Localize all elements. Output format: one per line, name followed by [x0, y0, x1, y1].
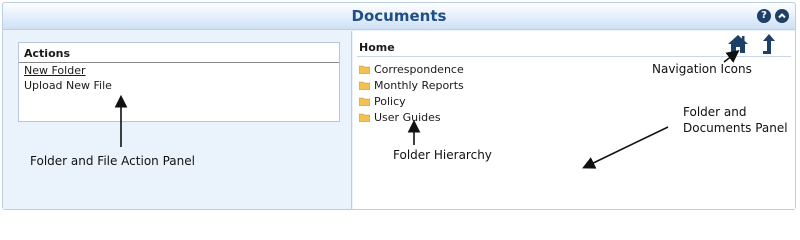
documents-panel: Home Correspondence Monthly Reports Poli…: [353, 31, 795, 209]
annotation-docs-panel-line1: Folder and: [683, 105, 747, 119]
collapse-icon[interactable]: [775, 9, 789, 23]
folder-icon: [359, 65, 370, 74]
folder-item[interactable]: Monthly Reports: [359, 77, 464, 93]
breadcrumb-divider: [357, 56, 791, 57]
documents-window: Documents ? Actions New Folder Upload Ne…: [2, 2, 796, 210]
window-title: Documents: [351, 7, 447, 25]
folder-hierarchy: Correspondence Monthly Reports Policy Us…: [359, 61, 464, 125]
new-folder-link[interactable]: New Folder: [19, 63, 339, 78]
folder-icon: [359, 81, 370, 90]
upload-new-file-link[interactable]: Upload New File: [19, 78, 339, 93]
actions-title: Actions: [19, 43, 339, 63]
annotation-navigation-icons: Navigation Icons: [652, 62, 752, 76]
folder-label: Policy: [374, 94, 406, 108]
annotation-action-panel: Folder and File Action Panel: [30, 154, 195, 168]
navigation-icons: [727, 33, 779, 55]
folder-icon: [359, 113, 370, 122]
folder-item[interactable]: Policy: [359, 93, 464, 109]
title-icons: ?: [757, 9, 789, 23]
title-bar: Documents ?: [3, 3, 795, 30]
up-arrow-icon[interactable]: [757, 33, 779, 55]
actions-box: Actions New Folder Upload New File: [18, 42, 340, 122]
folder-label: User Guides: [374, 110, 441, 124]
folder-item[interactable]: Correspondence: [359, 61, 464, 77]
home-icon[interactable]: [727, 33, 749, 55]
annotation-folder-hierarchy: Folder Hierarchy: [393, 148, 492, 162]
folder-item[interactable]: User Guides: [359, 109, 464, 125]
breadcrumb-home[interactable]: Home: [359, 41, 395, 54]
action-panel: Actions New Folder Upload New File: [3, 31, 352, 209]
folder-label: Correspondence: [374, 62, 464, 76]
folder-icon: [359, 97, 370, 106]
annotation-docs-panel-line2: Documents Panel: [683, 121, 788, 135]
folder-label: Monthly Reports: [374, 78, 464, 92]
help-icon[interactable]: ?: [757, 9, 771, 23]
